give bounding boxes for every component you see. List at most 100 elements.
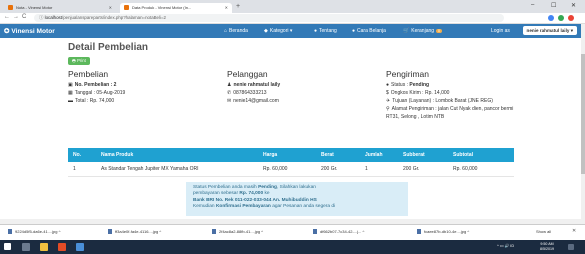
download-item[interactable]: fcaee87b-db10-4e....jpg ^ bbox=[417, 229, 469, 235]
alert-text: , Silahkan lakukan bbox=[276, 185, 316, 190]
close-downloads-bar-icon[interactable]: ✕ bbox=[572, 228, 576, 234]
cart-icon: 🛒 bbox=[403, 28, 410, 34]
dollar-icon: $ bbox=[386, 90, 389, 96]
url-field[interactable]: ⓘ localhost/penjualanspareparts/index.ph… bbox=[34, 14, 504, 22]
nav-kategori[interactable]: ◆ Kategori ▾ bbox=[264, 28, 292, 34]
tab-favicon-icon bbox=[8, 5, 13, 11]
pelanggan-phone: ✆ 087864333213 bbox=[227, 90, 267, 96]
cell-berat: 200 Gr. bbox=[316, 162, 360, 177]
windows-start-icon[interactable] bbox=[4, 243, 11, 250]
browser-tab-nota[interactable]: Nota - Vinensi Motor ✕ bbox=[4, 3, 116, 13]
browser-tab-bar: Nota - Vinensi Motor ✕ Data Produk - Vin… bbox=[0, 0, 585, 13]
pelanggan-name: ♟ nenie rahmatul laily bbox=[227, 82, 280, 88]
tujuan-text: Tujuan (Layanan) : Lombok Barat (JNE REG… bbox=[392, 98, 493, 104]
download-item[interactable]: 2f4ac8a2-88fb-41....jpg ^ bbox=[212, 229, 263, 235]
clock-time: 9:50 AM bbox=[540, 242, 554, 246]
alert-text: pembayaran sebesar bbox=[193, 191, 240, 197]
browser-tab-data-produk[interactable]: Data Produk - Vinensi Motor (In... ✕ bbox=[120, 3, 232, 13]
chevron-up-icon[interactable]: ^ bbox=[362, 229, 364, 234]
alamat-line-1: Alamat Pengiriman : jalan Cut Nyak dien,… bbox=[391, 106, 514, 112]
chevron-up-icon[interactable]: ^ bbox=[159, 229, 161, 234]
close-window-button[interactable]: ✕ bbox=[571, 2, 576, 9]
user-name: nenie rahmatul laily bbox=[526, 28, 570, 33]
nav-label: Kategori bbox=[269, 28, 289, 34]
envelope-icon: ✉ bbox=[227, 98, 232, 104]
alert-amount: Rp. 74,000 bbox=[239, 191, 264, 197]
order-items-table: No. Nama Produk Harga Berat Jumlah Subbe… bbox=[68, 148, 514, 177]
maximize-window-button[interactable]: ☐ bbox=[551, 2, 556, 9]
reload-icon[interactable]: C bbox=[22, 14, 26, 20]
pelanggan-phone-text: 087864333213 bbox=[233, 90, 267, 96]
user-dropdown[interactable]: nenie rahmatul laily ▾ bbox=[522, 26, 577, 35]
back-icon[interactable]: ← bbox=[4, 14, 10, 20]
chevron-up-icon[interactable]: ^ bbox=[261, 229, 263, 234]
url-host: localhost bbox=[44, 15, 62, 20]
chevron-up-icon[interactable]: ^ bbox=[59, 229, 61, 234]
image-file-icon bbox=[417, 229, 421, 235]
download-file-name: df662b07-7c34-42-...j... bbox=[320, 229, 362, 234]
app-taskbar-icon[interactable] bbox=[76, 243, 84, 251]
pembelian-heading: Pembelian bbox=[68, 69, 109, 79]
forward-icon[interactable]: → bbox=[13, 14, 19, 20]
info-circle-icon: ● bbox=[386, 82, 390, 88]
phone-icon: ✆ bbox=[227, 90, 232, 96]
cell-nama-produk: As Standar Tengah Jupiter MX Yamaha ORI bbox=[96, 162, 258, 177]
task-view-icon[interactable] bbox=[22, 243, 30, 251]
pembelian-total: ▬ Total : Rp. 74,000 bbox=[68, 98, 114, 104]
nav-cara-belanja[interactable]: ● Cara Belanja bbox=[352, 28, 386, 34]
pengiriman-alamat: ⚲ Alamat Pengiriman : jalan Cut Nyak dien… bbox=[386, 106, 513, 112]
col-header-harga: Harga bbox=[258, 148, 316, 162]
close-tab-icon[interactable]: ✕ bbox=[225, 5, 228, 10]
taskbar-clock[interactable]: 9:50 AM 8/5/2019 bbox=[540, 242, 554, 251]
image-file-icon bbox=[313, 229, 317, 235]
print-button[interactable]: 🖶 Print bbox=[68, 57, 90, 65]
nav-tentang[interactable]: ● Tentang bbox=[314, 28, 337, 34]
cell-harga: Rp. 60,000 bbox=[258, 162, 316, 177]
vertical-scrollbar[interactable] bbox=[581, 24, 585, 224]
url-path: /penjualanspareparts/index.php?halaman=n… bbox=[61, 15, 166, 20]
file-explorer-icon[interactable] bbox=[40, 243, 48, 251]
download-item[interactable]: 9224d5f5-da6e-41....jpg ^ bbox=[8, 229, 61, 235]
calendar-icon: ▦ bbox=[68, 90, 73, 96]
minimize-window-button[interactable]: – bbox=[531, 2, 534, 8]
konfirmasi-pembayaran-link[interactable]: Konfirmasi Pembayaran bbox=[216, 204, 271, 209]
pelanggan-email-text: nenie14@gmail.com bbox=[233, 98, 279, 104]
cell-jumlah: 1 bbox=[360, 162, 398, 177]
pengiriman-ongkos: $ Ongkos Kirim : Rp. 14,000 bbox=[386, 90, 449, 96]
pengiriman-heading: Pengiriman bbox=[386, 69, 429, 79]
new-tab-button[interactable]: + bbox=[236, 3, 240, 11]
nav-beranda[interactable]: ⌂ Beranda bbox=[224, 28, 248, 34]
cell-subtotal: Rp. 60,000 bbox=[448, 162, 514, 177]
close-tab-icon[interactable]: ✕ bbox=[109, 5, 112, 10]
brand[interactable]: ✪ Vinensi Motor bbox=[4, 27, 55, 35]
nav-label: Beranda bbox=[229, 28, 248, 34]
pembelian-tanggal-text: Tanggal : 05-Aug-2019 bbox=[74, 90, 126, 96]
site-navbar: ✪ Vinensi Motor ⌂ Beranda ◆ Kategori ▾ ● Te… bbox=[0, 24, 585, 38]
extension-icon[interactable] bbox=[548, 15, 554, 21]
download-item[interactable]: ff3a4e0f-fa4e-4116....jpg ^ bbox=[108, 229, 161, 235]
status-value: Pending bbox=[409, 82, 430, 88]
nav-label: Tentang bbox=[319, 28, 337, 34]
receipt-icon: ▣ bbox=[68, 82, 73, 88]
col-header-subtotal: Subtotal bbox=[448, 148, 514, 162]
info-icon: ● bbox=[314, 28, 318, 34]
notification-icon[interactable] bbox=[568, 244, 574, 250]
profile-avatar-icon[interactable] bbox=[568, 15, 574, 21]
pengiriman-status: ● Status : Pending bbox=[386, 82, 429, 88]
pembelian-tanggal: ▦ Tanggal : 05-Aug-2019 bbox=[68, 90, 125, 96]
scrollbar-thumb[interactable] bbox=[581, 54, 585, 174]
nav-keranjang[interactable]: 🛒 Keranjang 0 bbox=[403, 28, 442, 34]
page-title: Detail Pembelian bbox=[68, 42, 149, 53]
pelanggan-heading: Pelanggan bbox=[227, 69, 268, 79]
image-file-icon bbox=[8, 229, 12, 235]
col-header-nama-produk: Nama Produk bbox=[96, 148, 258, 162]
show-all-downloads-button[interactable]: Show all bbox=[536, 229, 551, 234]
extension-icon[interactable] bbox=[558, 15, 564, 21]
pelanggan-name-text: nenie rahmatul laily bbox=[233, 82, 281, 88]
chevron-up-icon[interactable]: ^ bbox=[467, 229, 469, 234]
system-tray[interactable]: ^ ▭ 🔊 ID bbox=[497, 243, 514, 248]
pembelian-total-text: Total : Rp. 74,000 bbox=[75, 98, 115, 104]
map-marker-icon: ⚲ bbox=[386, 106, 390, 112]
browser-taskbar-icon[interactable] bbox=[58, 243, 66, 251]
download-item[interactable]: df662b07-7c34-42-...j... ^ bbox=[313, 229, 364, 235]
